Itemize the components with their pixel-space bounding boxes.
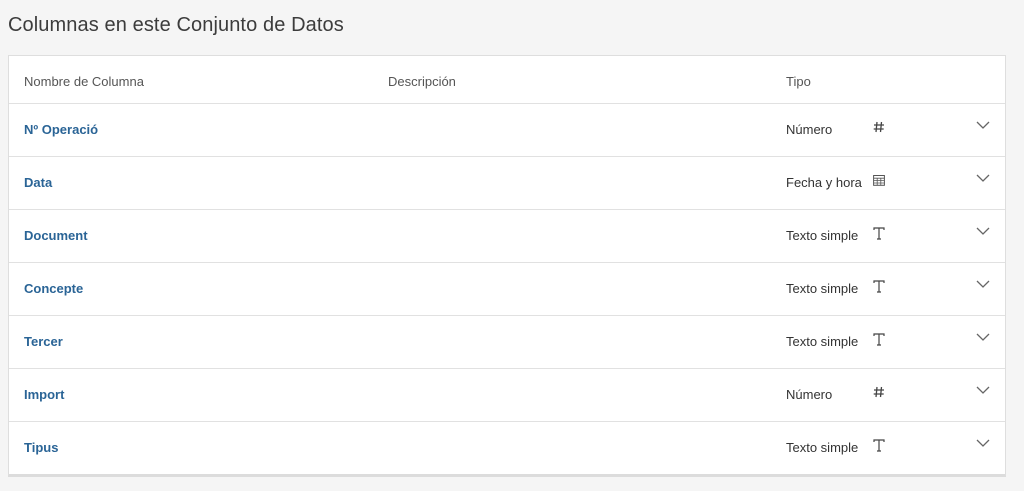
column-name-link[interactable]: Nº Operació [24, 122, 98, 137]
column-type: Texto simple [786, 334, 859, 349]
table-row[interactable]: Data Fecha y hora [9, 157, 1005, 210]
text-t-icon [871, 437, 887, 453]
text-t-icon [871, 225, 887, 241]
text-t-icon [871, 278, 887, 294]
header-column-name: Nombre de Columna [24, 74, 144, 89]
table-row[interactable]: Concepte Texto simple [9, 263, 1005, 316]
column-name-link[interactable]: Concepte [24, 281, 83, 296]
columns-table: Nombre de Columna Descripción Tipo Nº Op… [8, 55, 1006, 477]
column-type: Número [786, 122, 833, 137]
table-row[interactable]: Import Número [9, 369, 1005, 422]
column-name-link[interactable]: Tercer [24, 334, 63, 349]
column-name-link[interactable]: Import [24, 387, 64, 402]
header-type: Tipo [786, 74, 811, 89]
column-type: Texto simple [786, 228, 859, 243]
hash-icon [871, 119, 887, 135]
column-name-link[interactable]: Document [24, 228, 88, 243]
column-type: Número [786, 387, 833, 402]
table-row[interactable]: Nº Operació Número [9, 104, 1005, 157]
chevron-down-icon[interactable] [972, 114, 994, 136]
column-name-link[interactable]: Data [24, 175, 52, 190]
chevron-down-icon[interactable] [972, 220, 994, 242]
text-t-icon [871, 331, 887, 347]
chevron-down-icon[interactable] [972, 326, 994, 348]
section-title: Columnas en este Conjunto de Datos [8, 14, 344, 36]
column-name-link[interactable]: Tipus [24, 440, 58, 455]
chevron-down-icon[interactable] [972, 273, 994, 295]
table-header-row: Nombre de Columna Descripción Tipo [9, 56, 1005, 104]
chevron-down-icon[interactable] [972, 432, 994, 454]
header-description: Descripción [388, 74, 456, 89]
column-type: Fecha y hora [786, 175, 862, 190]
column-type: Texto simple [786, 440, 859, 455]
chevron-down-icon[interactable] [972, 379, 994, 401]
table-row[interactable]: Tercer Texto simple [9, 316, 1005, 369]
table-row[interactable]: Tipus Texto simple [9, 422, 1005, 474]
chevron-down-icon[interactable] [972, 167, 994, 189]
hash-icon [871, 384, 887, 400]
table-row[interactable]: Document Texto simple [9, 210, 1005, 263]
calendar-icon [871, 172, 887, 188]
column-type: Texto simple [786, 281, 859, 296]
